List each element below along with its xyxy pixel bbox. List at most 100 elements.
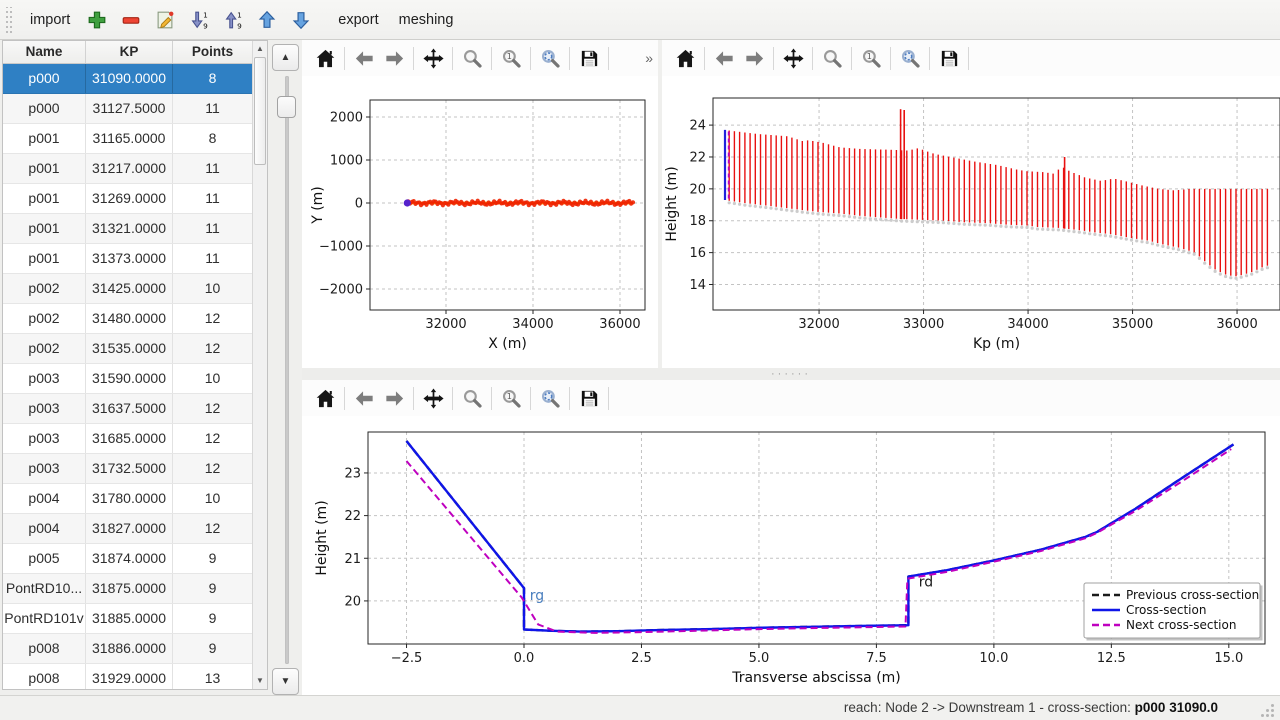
table-row[interactable]: p00031127.500011 xyxy=(3,94,253,124)
cell-kp[interactable]: 31127.5000 xyxy=(86,94,173,123)
table-row[interactable]: p00431780.000010 xyxy=(3,484,253,514)
cell-name[interactable]: PontRD101v xyxy=(3,604,86,633)
table-row[interactable]: p00831886.00009 xyxy=(3,634,253,664)
remove-button[interactable] xyxy=(119,8,143,32)
move-up-button[interactable] xyxy=(255,8,279,32)
save-button[interactable] xyxy=(934,44,964,72)
cell-points[interactable]: 11 xyxy=(173,184,253,213)
cell-points[interactable]: 9 xyxy=(173,604,253,633)
cell-points[interactable]: 11 xyxy=(173,244,253,273)
sort-descending-button[interactable]: 19 xyxy=(187,8,211,32)
zoom-one-button[interactable]: 1 xyxy=(496,384,526,412)
cell-kp[interactable]: 31637.5000 xyxy=(86,394,173,423)
cell-points[interactable]: 12 xyxy=(173,304,253,333)
table-row[interactable]: p00431827.000012 xyxy=(3,514,253,544)
cell-kp[interactable]: 31875.0000 xyxy=(86,574,173,603)
table-row[interactable]: p00131373.000011 xyxy=(3,244,253,274)
section-slider-handle[interactable] xyxy=(277,96,296,118)
cell-points[interactable]: 8 xyxy=(173,64,253,93)
zoom-button[interactable] xyxy=(457,44,487,72)
home-button[interactable] xyxy=(310,384,340,412)
cell-kp[interactable]: 31590.0000 xyxy=(86,364,173,393)
home-button[interactable] xyxy=(670,44,700,72)
cell-name[interactable]: p003 xyxy=(3,394,86,423)
section-slider-track[interactable] xyxy=(285,76,289,664)
import-button[interactable]: import xyxy=(20,6,80,34)
column-header-name[interactable]: Name xyxy=(3,41,86,63)
cell-points[interactable]: 10 xyxy=(173,274,253,303)
cell-kp[interactable]: 31874.0000 xyxy=(86,544,173,573)
zoom-fit-button[interactable] xyxy=(535,44,565,72)
cell-name[interactable]: p003 xyxy=(3,454,86,483)
cell-points[interactable]: 12 xyxy=(173,514,253,543)
cell-name[interactable]: p003 xyxy=(3,424,86,453)
cell-points[interactable]: 9 xyxy=(173,544,253,573)
cell-points[interactable]: 12 xyxy=(173,424,253,453)
cell-points[interactable]: 11 xyxy=(173,214,253,243)
back-button[interactable] xyxy=(349,44,379,72)
cell-name[interactable]: p001 xyxy=(3,154,86,183)
cell-name[interactable]: p005 xyxy=(3,544,86,573)
export-button[interactable]: export xyxy=(328,6,388,34)
table-row[interactable]: PontRD101v31885.00009 xyxy=(3,604,253,634)
cell-name[interactable]: p001 xyxy=(3,244,86,273)
cell-kp[interactable]: 31217.0000 xyxy=(86,154,173,183)
cell-points[interactable]: 10 xyxy=(173,364,253,393)
cell-name[interactable]: p000 xyxy=(3,94,86,123)
cell-points[interactable]: 13 xyxy=(173,664,253,690)
cell-points[interactable]: 12 xyxy=(173,394,253,423)
table-row[interactable]: p00331732.500012 xyxy=(3,454,253,484)
plan-view-plot[interactable]: 320003400036000−2000−1000010002000X (m)Y… xyxy=(302,76,658,368)
column-header-points[interactable]: Points xyxy=(173,41,253,63)
pan-button[interactable] xyxy=(418,44,448,72)
table-row[interactable]: p00131217.000011 xyxy=(3,154,253,184)
table-row[interactable]: p00331590.000010 xyxy=(3,364,253,394)
cell-points[interactable]: 11 xyxy=(173,154,253,183)
table-row[interactable]: p00531874.00009 xyxy=(3,544,253,574)
cross-section-plot[interactable]: −2.50.02.55.07.510.012.515.020212223Tran… xyxy=(302,416,1280,697)
cell-points[interactable]: 9 xyxy=(173,574,253,603)
meshing-button[interactable]: meshing xyxy=(389,6,464,34)
cell-kp[interactable]: 31886.0000 xyxy=(86,634,173,663)
cell-kp[interactable]: 31685.0000 xyxy=(86,424,173,453)
cell-kp[interactable]: 31321.0000 xyxy=(86,214,173,243)
cell-name[interactable]: p002 xyxy=(3,304,86,333)
edit-button[interactable] xyxy=(153,8,177,32)
forward-button[interactable] xyxy=(379,44,409,72)
table-row[interactable]: p00331685.000012 xyxy=(3,424,253,454)
section-up-button[interactable]: ▲ xyxy=(272,44,299,71)
table-row[interactable]: p00231480.000012 xyxy=(3,304,253,334)
cell-points[interactable]: 12 xyxy=(173,334,253,363)
cell-kp[interactable]: 31732.5000 xyxy=(86,454,173,483)
cell-kp[interactable]: 31165.0000 xyxy=(86,124,173,153)
table-row[interactable]: p00831929.000013 xyxy=(3,664,253,690)
table-header-row[interactable]: NameKPPoints xyxy=(3,41,253,64)
cell-name[interactable]: PontRD10... xyxy=(3,574,86,603)
cell-name[interactable]: p002 xyxy=(3,274,86,303)
cell-kp[interactable]: 31373.0000 xyxy=(86,244,173,273)
move-down-button[interactable] xyxy=(289,8,313,32)
cell-name[interactable]: p004 xyxy=(3,514,86,543)
cell-name[interactable]: p004 xyxy=(3,484,86,513)
long-profile-plot[interactable]: 3200033000340003500036000141618202224Kp … xyxy=(662,76,1280,368)
cell-points[interactable]: 10 xyxy=(173,484,253,513)
cell-name[interactable]: p001 xyxy=(3,214,86,243)
resize-grip-icon[interactable] xyxy=(1271,704,1274,707)
cell-points[interactable]: 11 xyxy=(173,94,253,123)
home-button[interactable] xyxy=(310,44,340,72)
table-row[interactable]: p00131165.00008 xyxy=(3,124,253,154)
column-header-kp[interactable]: KP xyxy=(86,41,173,63)
section-down-button[interactable]: ▼ xyxy=(272,668,299,695)
scrollbar-down-icon[interactable]: ▼ xyxy=(253,674,267,688)
pan-button[interactable] xyxy=(778,44,808,72)
cell-kp[interactable]: 31929.0000 xyxy=(86,664,173,690)
cell-name[interactable]: p008 xyxy=(3,664,86,690)
save-button[interactable] xyxy=(574,44,604,72)
zoom-one-button[interactable]: 1 xyxy=(496,44,526,72)
toolbar-overflow-button[interactable]: » xyxy=(645,50,652,66)
cell-kp[interactable]: 31480.0000 xyxy=(86,304,173,333)
pan-button[interactable] xyxy=(418,384,448,412)
cell-kp[interactable]: 31535.0000 xyxy=(86,334,173,363)
cell-kp[interactable]: 31780.0000 xyxy=(86,484,173,513)
table-row[interactable]: p00131269.000011 xyxy=(3,184,253,214)
